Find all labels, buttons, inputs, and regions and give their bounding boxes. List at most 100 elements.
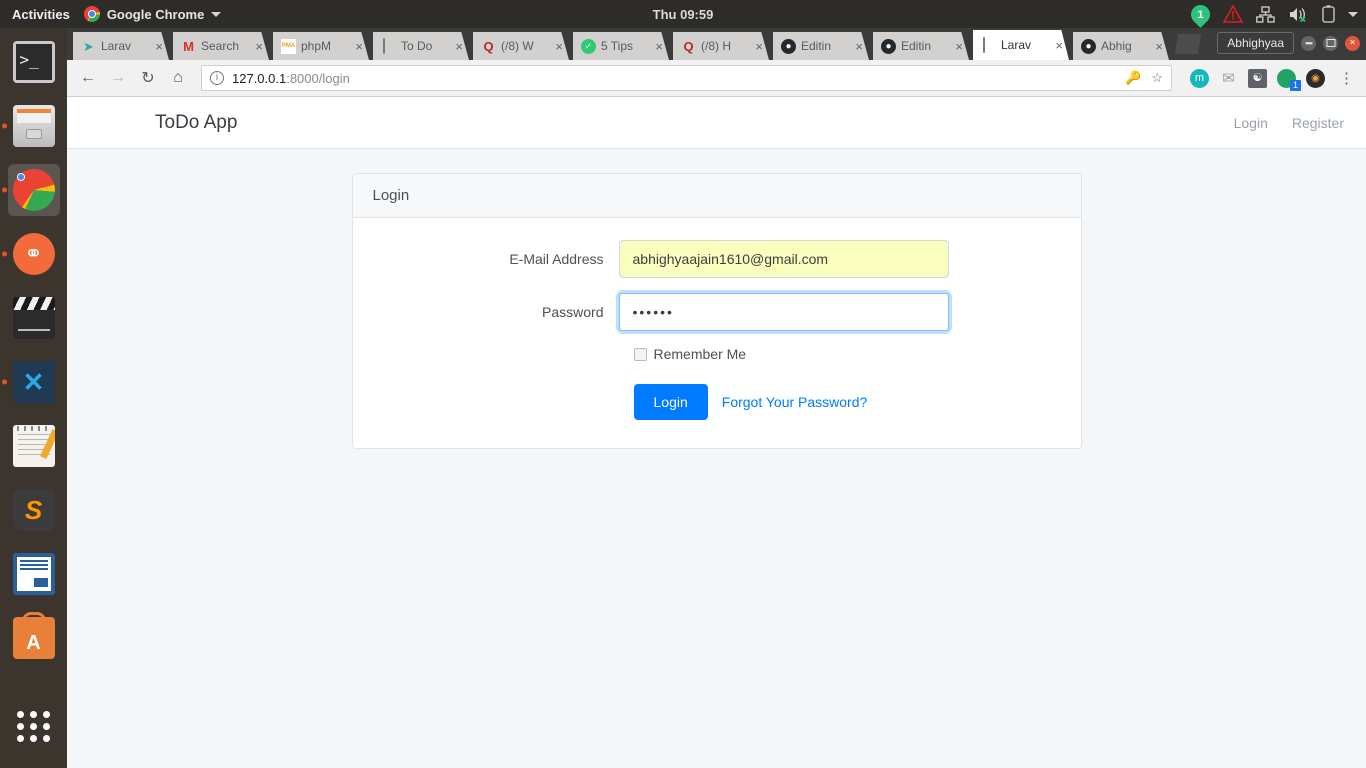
password-field[interactable] (618, 293, 949, 331)
dock-item-postman[interactable]: ⚭ (8, 228, 60, 280)
browser-tab[interactable]: ✓ 5 Tips × (573, 32, 669, 60)
browser-tab[interactable]: ➤ Larav × (73, 32, 169, 60)
volume-muted-icon[interactable] (1288, 6, 1309, 23)
browser-tab[interactable]: To Do × (373, 32, 469, 60)
close-icon[interactable]: × (855, 40, 865, 53)
dock-item-libreoffice-writer[interactable] (8, 548, 60, 600)
notification-badge[interactable]: 1 (1187, 0, 1214, 28)
key-icon[interactable]: 🔑 (1125, 70, 1141, 86)
dock-item-terminal[interactable]: >_ (8, 36, 60, 88)
extension-mail-icon[interactable]: ✉ (1219, 69, 1238, 88)
maximize-button[interactable] (1323, 35, 1338, 51)
network-icon[interactable] (1256, 5, 1275, 23)
card-body: E-Mail Address Password Remember Me Logi… (353, 218, 1081, 448)
email-form-row: E-Mail Address (373, 240, 1061, 278)
extension-note-icon[interactable]: ☯ (1248, 68, 1267, 88)
email-label: E-Mail Address (509, 251, 604, 267)
dock-item-files[interactable] (8, 100, 60, 152)
close-icon[interactable]: × (655, 40, 665, 53)
phpmyadmin-icon: PMA (281, 38, 296, 54)
tab-title: To Do (401, 39, 433, 53)
tab-title: (/8) H (701, 39, 731, 53)
tab-strip: ➤ Larav × M Search × PMA phpM × To Do × … (67, 28, 1366, 60)
ubuntu-software-icon: A (12, 617, 55, 659)
email-field[interactable] (618, 240, 949, 278)
home-button[interactable]: ⌂ (165, 65, 191, 91)
chevron-down-icon[interactable] (1348, 11, 1358, 17)
tab-title: Editin (801, 39, 832, 53)
show-applications-button[interactable] (8, 700, 60, 752)
url-text: 127.0.0.1:8000/login (232, 71, 350, 86)
battery-icon[interactable] (1322, 5, 1335, 23)
back-button[interactable]: ← (75, 65, 101, 91)
dock-item-sublime-text[interactable]: S (8, 484, 60, 536)
tab-title: Larav (1001, 38, 1032, 52)
remember-me-checkbox[interactable] (633, 347, 647, 361)
brand-title[interactable]: ToDo App (155, 112, 237, 134)
dock-item-video-editor[interactable] (8, 292, 60, 344)
app-navbar: ToDo App Login Register (67, 97, 1366, 149)
nav-login-link[interactable]: Login (1234, 115, 1268, 131)
minimize-button[interactable] (1301, 35, 1316, 51)
browser-tab-active[interactable]: Larav × (973, 30, 1069, 60)
page-content: ToDo App Login Register Login E-Mail Add… (67, 97, 1366, 768)
terminal-icon: >_ (12, 41, 55, 83)
dock-item-notepad[interactable] (8, 420, 60, 472)
dock-item-chrome[interactable] (7, 164, 60, 216)
extension-green-icon[interactable]: 1 (1277, 68, 1301, 91)
new-tab-button[interactable] (1175, 34, 1201, 54)
warning-triangle-icon[interactable] (1223, 5, 1243, 23)
close-icon[interactable]: × (1155, 40, 1165, 53)
activities-button[interactable]: Activities (0, 7, 84, 22)
nav-register-link[interactable]: Register (1292, 115, 1344, 131)
chrome-menu-button[interactable]: ⋮ (1335, 71, 1358, 86)
close-icon[interactable]: × (755, 40, 765, 53)
browser-tab[interactable]: ● Editin × (873, 32, 969, 60)
browser-tab[interactable]: ● Editin × (773, 32, 869, 60)
extension-m-icon[interactable]: m (1190, 68, 1209, 88)
laravel-icon: ➤ (83, 38, 94, 54)
notepad-icon (12, 425, 55, 467)
browser-tab[interactable]: Q (/8) W × (473, 32, 569, 60)
checkmark-icon: ✓ (581, 38, 596, 54)
browser-tab[interactable]: ● Abhig × (1073, 32, 1169, 60)
app-menu[interactable]: Google Chrome (83, 6, 222, 22)
browser-tab[interactable]: PMA phpM × (273, 32, 369, 60)
site-info-icon[interactable]: i (210, 71, 224, 85)
chrome-window: ➤ Larav × M Search × PMA phpM × To Do × … (67, 28, 1366, 768)
files-icon (12, 105, 55, 147)
forgot-password-link[interactable]: Forgot Your Password? (722, 394, 868, 410)
close-icon[interactable]: × (355, 40, 365, 53)
close-icon[interactable]: × (455, 40, 465, 53)
ubuntu-dock: >_ ⚭ ✕ S A (0, 28, 67, 768)
close-icon[interactable]: × (155, 40, 165, 53)
url-path: :8000/login (286, 70, 350, 86)
remember-me-label: Remember Me (653, 346, 747, 362)
app-menu-label: Google Chrome (106, 6, 205, 22)
chevron-down-icon (211, 11, 222, 17)
forward-button[interactable]: → (105, 65, 131, 91)
profile-button[interactable]: Abhighyaa (1217, 32, 1294, 54)
dock-item-vscode[interactable]: ✕ (8, 356, 60, 408)
close-icon[interactable]: × (555, 40, 565, 53)
postman-icon: ⚭ (12, 233, 55, 275)
reload-button[interactable]: ↻ (135, 65, 161, 91)
browser-tab[interactable]: M Search × (173, 32, 269, 60)
tab-title: (/8) W (501, 39, 534, 53)
extension-icons: m ✉ ☯ 1 ◉ ⋮ (1182, 68, 1358, 91)
extension-dark-icon[interactable]: ◉ (1306, 68, 1325, 88)
close-button[interactable] (1345, 35, 1360, 51)
tab-title: 5 Tips (601, 39, 634, 53)
star-icon[interactable]: ☆ (1151, 70, 1163, 86)
address-bar[interactable]: i 127.0.0.1:8000/login 🔑 ☆ (201, 65, 1172, 91)
remember-me-row: Remember Me (633, 346, 1061, 362)
login-button[interactable]: Login (633, 384, 708, 420)
libreoffice-writer-icon (12, 553, 55, 595)
dock-item-ubuntu-software[interactable]: A (8, 612, 60, 664)
browser-tab[interactable]: Q (/8) H × (673, 32, 769, 60)
close-icon[interactable]: × (1055, 39, 1065, 52)
document-icon (983, 36, 985, 53)
close-icon[interactable]: × (255, 40, 265, 53)
close-icon[interactable]: × (955, 40, 965, 53)
github-icon: ● (1081, 38, 1096, 54)
